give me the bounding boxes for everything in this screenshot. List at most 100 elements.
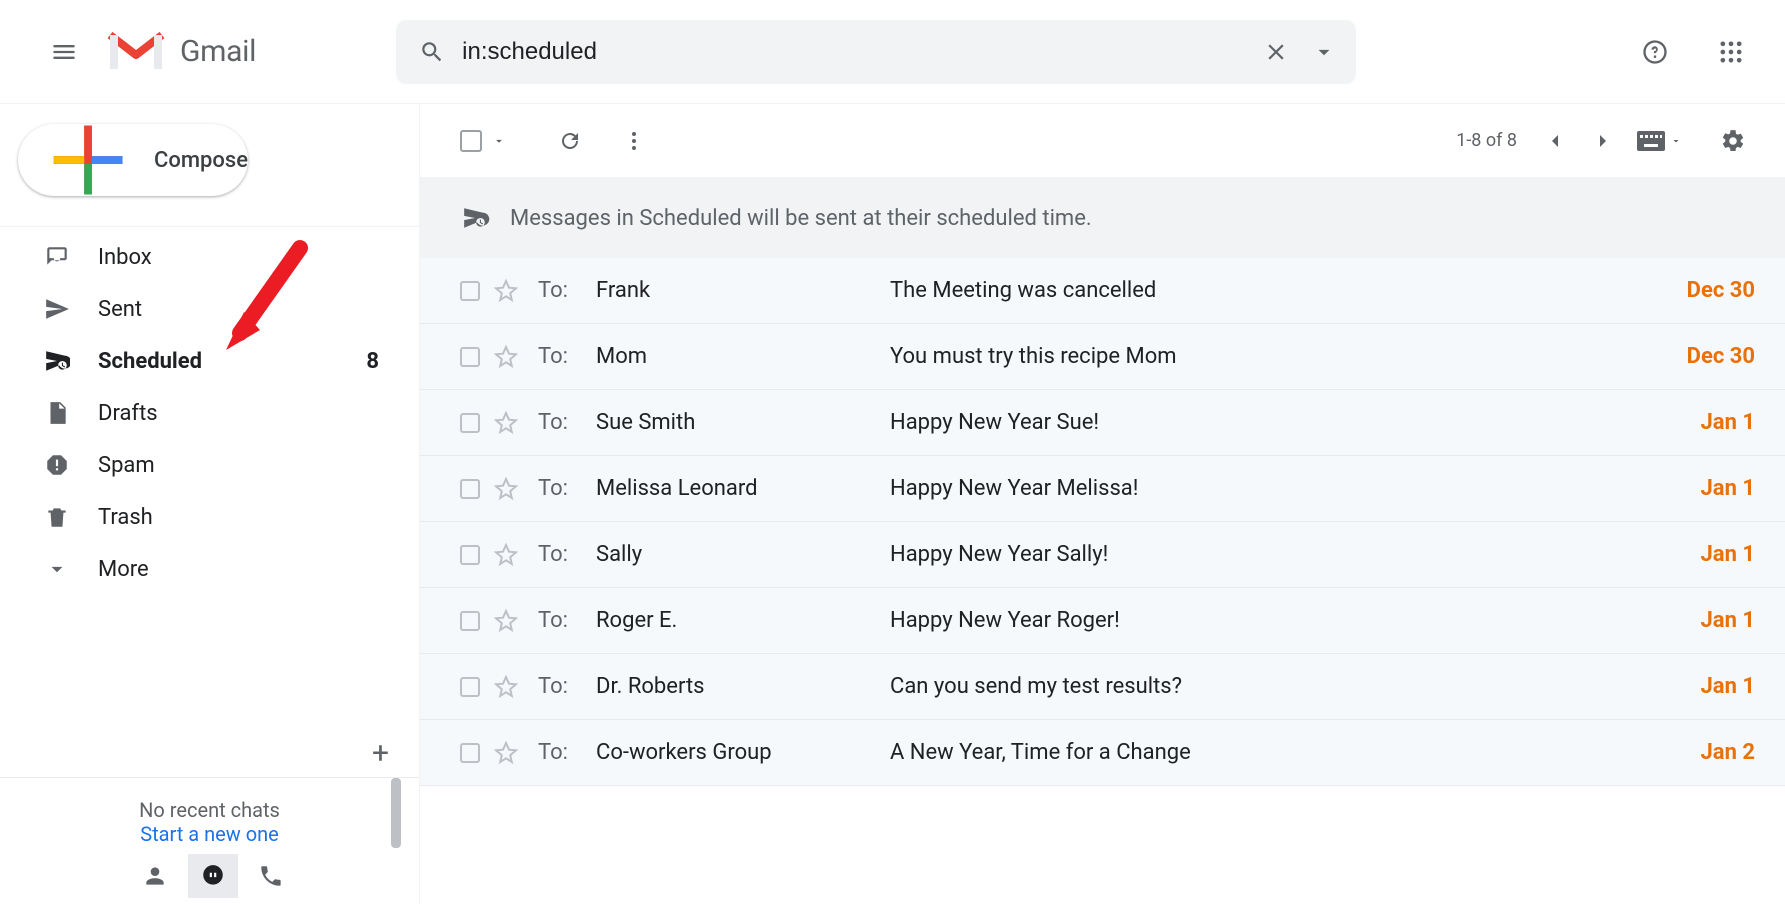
row-star[interactable] [494,741,518,765]
search-input[interactable] [456,38,1252,66]
select-all-checkbox[interactable] [460,130,482,152]
keyboard-icon [1636,130,1666,152]
row-checkbox[interactable] [460,677,480,697]
row-subject: The Meeting was cancelled [890,278,1659,303]
sidebar-item-sent[interactable]: Sent [0,283,419,335]
sidebar-add-row: + [0,729,419,777]
refresh-icon [558,129,582,153]
compose-button[interactable]: Compose [18,124,248,196]
gmail-logo[interactable]: Gmail [106,29,256,75]
row-to-label: To: [538,542,582,567]
row-date: Jan 1 [1701,410,1755,435]
row-recipient: Frank [596,278,876,303]
message-row[interactable]: To:MomYou must try this recipe MomDec 30 [420,324,1785,390]
message-list: To:FrankThe Meeting was cancelledDec 30T… [420,258,1785,786]
select-all-dropdown[interactable] [492,134,506,148]
hangouts-chat-tab[interactable] [188,854,238,898]
chevron-down-icon [44,556,70,582]
gmail-envelope-icon [106,29,166,75]
row-to-label: To: [538,608,582,633]
sidebar-item-spam[interactable]: Spam [0,439,419,491]
message-row[interactable]: To:FrankThe Meeting was cancelledDec 30 [420,258,1785,324]
hangouts-tabs [0,846,419,898]
search-icon [419,39,445,65]
search-options-button[interactable] [1300,28,1348,76]
header-bar: Gmail [0,0,1785,104]
row-star[interactable] [494,609,518,633]
row-checkbox[interactable] [460,611,480,631]
row-to-label: To: [538,476,582,501]
start-new-chat-link[interactable]: Start a new one [0,822,419,846]
row-subject: Happy New Year Sally! [890,542,1673,567]
sidebar-item-inbox[interactable]: Inbox [0,231,419,283]
header-actions [1631,28,1765,76]
row-star[interactable] [494,411,518,435]
more-actions-button[interactable] [612,119,656,163]
help-button[interactable] [1631,28,1679,76]
row-checkbox[interactable] [460,281,480,301]
hangouts-panel: No recent chats Start a new one [0,777,419,904]
row-date: Jan 2 [1701,740,1755,765]
help-icon [1641,38,1669,66]
compose-plus-icon [42,114,134,206]
star-outline-icon [494,411,518,435]
star-outline-icon [494,741,518,765]
sidebar-item-scheduled[interactable]: Scheduled 8 [0,335,419,387]
apps-button[interactable] [1707,28,1755,76]
spam-icon [44,452,70,478]
scheduled-icon [44,348,70,374]
row-date: Dec 30 [1687,344,1755,369]
scrollbar-thumb[interactable] [391,778,401,848]
sidebar: Compose Inbox Sent Scheduled 8 Dra [0,104,420,904]
row-to-label: To: [538,410,582,435]
gmail-wordmark: Gmail [180,34,256,69]
row-date: Jan 1 [1701,674,1755,699]
search-clear-button[interactable] [1252,28,1300,76]
row-star[interactable] [494,279,518,303]
apps-grid-icon [1717,38,1745,66]
row-date: Dec 30 [1687,278,1755,303]
row-star[interactable] [494,477,518,501]
message-row[interactable]: To:Co-workers GroupA New Year, Time for … [420,720,1785,786]
row-subject: A New Year, Time for a Change [890,740,1673,765]
input-tools-button[interactable] [1631,119,1687,163]
hangouts-contacts-tab[interactable] [130,854,180,898]
sent-icon [44,296,70,322]
page-prev-button[interactable] [1533,119,1577,163]
sidebar-item-drafts[interactable]: Drafts [0,387,419,439]
row-checkbox[interactable] [460,743,480,763]
inbox-icon [44,244,70,270]
chevron-right-icon [1591,129,1615,153]
message-row[interactable]: To:Melissa LeonardHappy New Year Melissa… [420,456,1785,522]
new-hangout-button[interactable]: + [372,736,389,771]
row-star[interactable] [494,675,518,699]
row-star[interactable] [494,345,518,369]
row-checkbox[interactable] [460,545,480,565]
sidebar-item-label: Inbox [98,245,152,270]
message-row[interactable]: To:SallyHappy New Year Sally!Jan 1 [420,522,1785,588]
message-row[interactable]: To:Sue SmithHappy New Year Sue!Jan 1 [420,390,1785,456]
message-row[interactable]: To:Roger E.Happy New Year Roger!Jan 1 [420,588,1785,654]
row-checkbox[interactable] [460,347,480,367]
row-checkbox[interactable] [460,479,480,499]
search-button[interactable] [408,28,456,76]
sidebar-nav: Inbox Sent Scheduled 8 Drafts Spam Tr [0,226,419,595]
sidebar-item-label: Drafts [98,401,158,426]
row-star[interactable] [494,543,518,567]
row-checkbox[interactable] [460,413,480,433]
row-recipient: Sue Smith [596,410,876,435]
page-next-button[interactable] [1581,119,1625,163]
sidebar-item-trash[interactable]: Trash [0,491,419,543]
sidebar-item-count: 8 [366,349,379,374]
star-outline-icon [494,675,518,699]
pagination-range: 1-8 of 8 [1456,130,1517,151]
sidebar-item-more[interactable]: More [0,543,419,595]
message-row[interactable]: To:Dr. RobertsCan you send my test resul… [420,654,1785,720]
refresh-button[interactable] [548,119,592,163]
close-icon [1263,39,1289,65]
row-to-label: To: [538,740,582,765]
row-to-label: To: [538,344,582,369]
hangouts-phone-tab[interactable] [246,854,296,898]
settings-button[interactable] [1711,119,1755,163]
main-menu-button[interactable] [40,28,88,76]
